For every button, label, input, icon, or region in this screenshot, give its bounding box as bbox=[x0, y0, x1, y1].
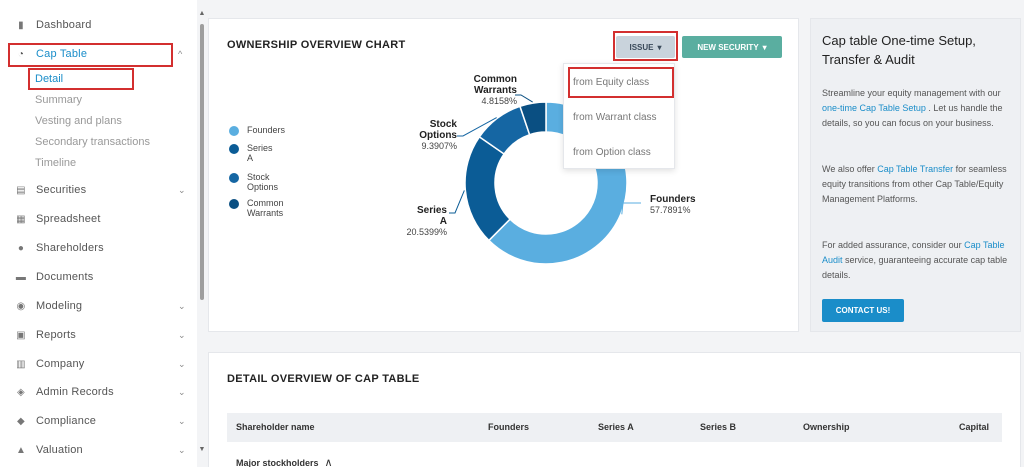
scroll-thumb[interactable] bbox=[200, 24, 204, 300]
sidebar-item-reports[interactable]: ▣ Reports ⌄ bbox=[0, 323, 197, 347]
dashboard-icon: ▮ bbox=[18, 19, 24, 31]
callout-name: Warrants bbox=[474, 85, 517, 96]
sidebar-item-label: Documents bbox=[36, 271, 94, 283]
column-header-ownership[interactable]: Ownership bbox=[803, 422, 850, 432]
callout-name: Stock bbox=[429, 119, 457, 130]
callout-percent: 4.8158% bbox=[481, 96, 517, 106]
sidebar-item-valuation[interactable]: ▲ Valuation ⌄ bbox=[0, 438, 197, 462]
sidebar-item-label: Valuation bbox=[36, 444, 83, 456]
callout-percent: 57.7891% bbox=[650, 205, 691, 215]
bulb-icon: ◉ bbox=[16, 300, 26, 312]
callout-name: A bbox=[439, 216, 447, 227]
info-paragraph: Streamline your equity management with o… bbox=[822, 86, 1014, 131]
sidebar-item-documents[interactable]: ▬ Documents bbox=[0, 265, 197, 289]
sidebar: ▮ Dashboard ◔ Cap Table ^ Detail Summary… bbox=[0, 0, 197, 467]
issue-dropdown-menu: from Equity class from Warrant class fro… bbox=[563, 63, 675, 169]
chevron-down-icon[interactable]: ⌄ bbox=[178, 359, 186, 370]
chevron-down-icon[interactable]: ⌄ bbox=[178, 301, 186, 312]
leader-common-warrants bbox=[515, 94, 533, 103]
info-paragraph: We also offer Cap Table Transfer for sea… bbox=[822, 162, 1014, 207]
group-label: Major stockholders bbox=[236, 457, 319, 467]
document-icon: ▤ bbox=[16, 184, 26, 196]
subnav-vesting[interactable]: Vesting and plans bbox=[35, 113, 122, 129]
spreadsheet-icon: ▦ bbox=[16, 213, 26, 225]
ownership-donut-chart bbox=[449, 94, 641, 265]
sidebar-item-label: Company bbox=[36, 358, 85, 370]
callout-name: Series bbox=[416, 205, 447, 216]
sidebar-item-shareholders[interactable]: ● Shareholders bbox=[0, 236, 197, 260]
info-text: For added assurance, consider our bbox=[822, 240, 965, 250]
info-text: We also offer bbox=[822, 164, 878, 174]
scroll-up-icon[interactable]: ▲ bbox=[198, 10, 206, 17]
sidebar-item-dashboard[interactable]: ▮ Dashboard bbox=[0, 13, 197, 37]
chevron-down-icon[interactable]: ⌄ bbox=[178, 387, 186, 398]
callout-percent: 9.3907% bbox=[421, 141, 457, 151]
chevron-up-icon[interactable]: ∧ bbox=[325, 456, 333, 467]
menu-item-warrant-class[interactable]: from Warrant class bbox=[564, 100, 676, 135]
sidebar-scrollbar[interactable]: ▲ ▼ bbox=[198, 10, 206, 455]
sidebar-item-label: Compliance bbox=[36, 415, 97, 427]
detail-overview-card: DETAIL OVERVIEW OF CAP TABLE Shareholder… bbox=[208, 352, 1021, 467]
column-header-founders[interactable]: Founders bbox=[488, 422, 529, 432]
callout-name: Founders bbox=[650, 194, 696, 205]
callout-series-a: Series A 20.5399% bbox=[379, 205, 447, 238]
sidebar-item-label: Shareholders bbox=[36, 242, 104, 254]
highlight-equity-class bbox=[568, 67, 674, 98]
building-icon: ▥ bbox=[16, 358, 26, 370]
highlight-cap-table bbox=[8, 43, 173, 67]
chevron-down-icon[interactable]: ⌄ bbox=[178, 445, 186, 456]
chevron-down-icon[interactable]: ⌄ bbox=[178, 185, 186, 196]
shield-icon: ◆ bbox=[17, 415, 25, 427]
bar-chart-icon: ▲ bbox=[15, 444, 27, 456]
ownership-chart-card: OWNERSHIP OVERVIEW CHART ISSUE ▾ NEW SEC… bbox=[208, 18, 799, 332]
setup-info-card: Cap table One-time Setup, Transfer & Aud… bbox=[810, 18, 1021, 332]
leader-series-a bbox=[449, 190, 465, 214]
detail-title: DETAIL OVERVIEW OF CAP TABLE bbox=[227, 373, 420, 385]
sidebar-item-label: Securities bbox=[36, 184, 87, 196]
sidebar-item-label: Spreadsheet bbox=[36, 213, 101, 225]
subnav-timeline[interactable]: Timeline bbox=[35, 155, 76, 171]
callout-stock-options: Stock Options 9.3907% bbox=[389, 119, 457, 152]
folder-icon: ▬ bbox=[15, 271, 27, 283]
subnav-summary[interactable]: Summary bbox=[35, 92, 82, 108]
info-paragraph: For added assurance, consider our Cap Ta… bbox=[822, 238, 1014, 283]
sidebar-item-label: Reports bbox=[36, 329, 76, 341]
column-header-series-a[interactable]: Series A bbox=[598, 422, 634, 432]
callout-name: Options bbox=[419, 130, 457, 141]
contact-us-button[interactable]: CONTACT US! bbox=[822, 299, 904, 322]
sidebar-item-securities[interactable]: ▤ Securities ⌄ bbox=[0, 178, 197, 202]
cap-table-setup-link[interactable]: one-time Cap Table Setup bbox=[822, 103, 926, 113]
sidebar-item-company[interactable]: ▥ Company ⌄ bbox=[0, 352, 197, 376]
sidebar-item-spreadsheet[interactable]: ▦ Spreadsheet bbox=[0, 207, 197, 231]
callout-percent: 20.5399% bbox=[406, 227, 447, 237]
highlight-detail bbox=[28, 68, 134, 90]
chevron-up-icon[interactable]: ^ bbox=[178, 49, 182, 59]
chevron-down-icon[interactable]: ⌄ bbox=[178, 330, 186, 341]
info-title: Cap table One-time Setup, Transfer & Aud… bbox=[822, 33, 976, 67]
column-header-series-b[interactable]: Series B bbox=[700, 422, 736, 432]
callout-name: Common bbox=[473, 74, 517, 85]
sidebar-item-label: Modeling bbox=[36, 300, 83, 312]
column-header-capital[interactable]: Capital bbox=[959, 422, 989, 432]
sidebar-item-label: Admin Records bbox=[36, 386, 114, 398]
callout-founders: Founders 57.7891% bbox=[650, 194, 720, 216]
sidebar-item-admin-records[interactable]: ◈ Admin Records ⌄ bbox=[0, 380, 197, 404]
admin-icon: ◈ bbox=[17, 386, 25, 398]
table-header: Shareholder name Founders Series A Serie… bbox=[227, 413, 1002, 442]
scroll-down-icon[interactable]: ▼ bbox=[198, 446, 206, 453]
cap-table-transfer-link[interactable]: Cap Table Transfer bbox=[877, 164, 953, 174]
info-text: Streamline your equity management with o… bbox=[822, 88, 1001, 98]
group-row-major-stockholders[interactable]: Major stockholders ∧ bbox=[236, 456, 333, 467]
chevron-down-icon[interactable]: ⌄ bbox=[178, 416, 186, 427]
sidebar-item-label: Dashboard bbox=[36, 19, 92, 31]
subnav-secondary[interactable]: Secondary transactions bbox=[35, 134, 150, 150]
sidebar-item-modeling[interactable]: ◉ Modeling ⌄ bbox=[0, 294, 197, 318]
person-icon: ● bbox=[17, 242, 25, 254]
sidebar-item-compliance[interactable]: ◆ Compliance ⌄ bbox=[0, 409, 197, 433]
report-icon: ▣ bbox=[16, 329, 26, 341]
menu-item-option-class[interactable]: from Option class bbox=[564, 135, 676, 170]
callout-common-warrants: Common Warrants 4.8158% bbox=[449, 74, 517, 107]
column-header-shareholder[interactable]: Shareholder name bbox=[236, 422, 315, 432]
info-text: service, guaranteeing accurate cap table… bbox=[822, 255, 1008, 280]
